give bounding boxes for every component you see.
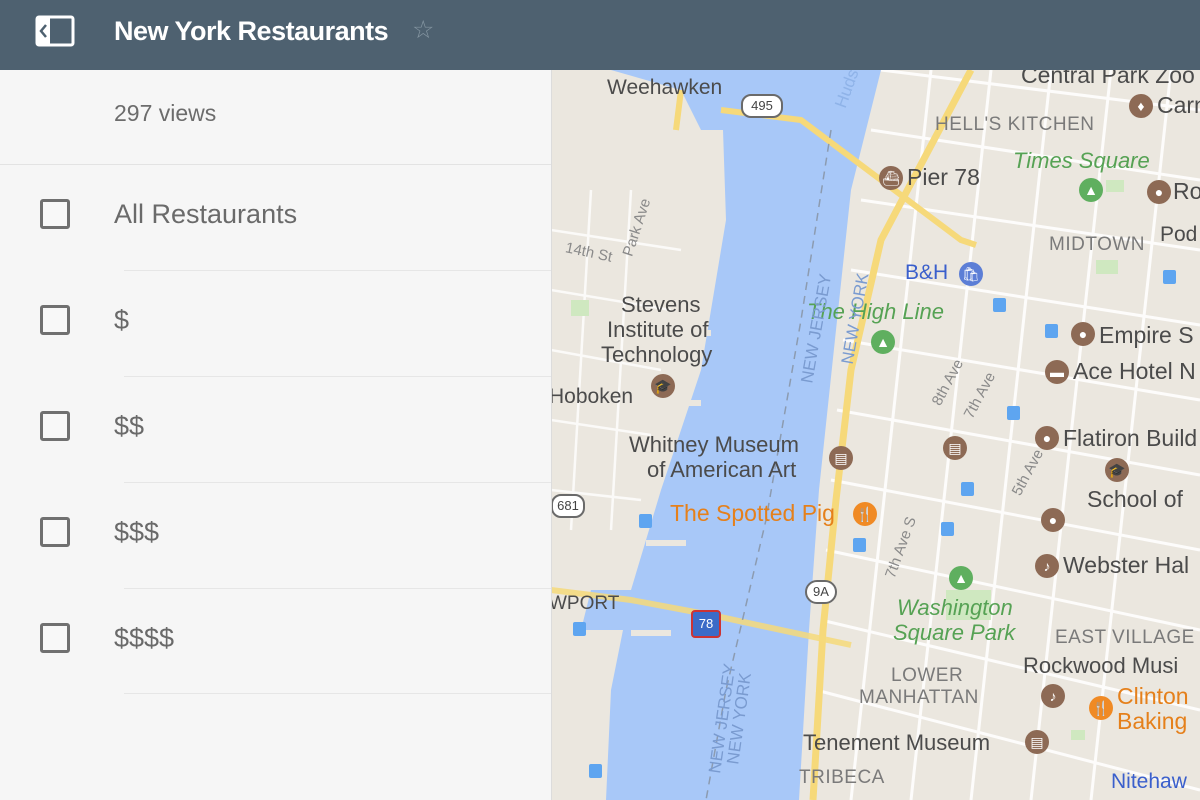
checkbox[interactable] [40,305,70,335]
map-label-hoboken: Hoboken [551,385,634,408]
hotel-pin-icon: ▬ [1045,360,1069,384]
landmark-pin-icon: ● [1035,426,1059,450]
route-9a-shield: 9A [805,580,837,604]
layer-item-price-2[interactable]: $$ [0,377,551,482]
museum-pin-icon: ▤ [943,436,967,460]
map-canvas[interactable]: Central Park Zoo ♦ Carn Weehawken 495 Hu… [551,70,1200,800]
map-label-stevens-3: Technology [601,342,713,367]
map-label-tenement: Tenement Museum [803,730,991,755]
checkbox[interactable] [40,623,70,653]
map-label-weehawken: Weehawken [607,76,723,99]
restaurant-pin-icon: 🍴 [1089,696,1113,720]
view-count: 297 views [114,100,217,126]
place-pin-icon: ● [1041,508,1065,532]
map-label-wport: WPORT [551,593,620,614]
map-label-school: School of [1087,486,1183,512]
layers-sidebar: 297 views All Restaurants $ $$ $$$ $$$$ [0,70,552,800]
map-label-carn: Carn [1157,92,1200,118]
museum-pin-icon: ♦ [1129,94,1153,118]
route-681-shield: 681 [551,494,585,518]
map-label-washington-1: Washington [897,595,1013,620]
transit-icon [1163,270,1176,284]
map-label-whitney-2: of American Art [647,457,797,482]
layer-label: All Restaurants [114,199,298,229]
map-label-clinton-2: Baking [1117,708,1188,734]
route-495-shield: 495 [741,94,783,118]
transit-icon [961,482,974,496]
top-app-bar: New York Restaurants ☆ [0,0,1200,70]
transit-icon [1045,324,1058,338]
transit-icon [993,298,1006,312]
map-label-ro: Ro [1173,178,1200,204]
layer-label: $$ [114,411,145,441]
transit-icon [941,522,954,536]
map-label-washington-2: Square Park [893,620,1016,645]
shopping-pin-icon: 🛍 [959,262,983,286]
map-label-hells-kitchen: HELL'S KITCHEN [935,114,1095,135]
layer-item-price-4[interactable]: $$$$ [0,589,551,694]
map-label-lower-2: MANHATTAN [859,687,979,708]
checkbox[interactable] [40,517,70,547]
museum-pin-icon: ▤ [1025,730,1049,754]
museum-pin-icon: ▤ [829,446,853,470]
school-pin-icon: 🎓 [651,374,675,398]
place-pin-icon: ● [1147,180,1171,204]
music-pin-icon: ♪ [1041,684,1065,708]
map-label-clinton-1: Clinton [1117,683,1189,709]
interstate-78-shield: 78 [691,610,721,638]
park-pin-icon: ▲ [1079,178,1103,202]
layer-item-all-restaurants[interactable]: All Restaurants [0,165,551,270]
map-label-webster: Webster Hal [1063,552,1190,578]
checkbox[interactable] [40,411,70,441]
transit-icon [1007,406,1020,420]
map-label-bh: B&H [905,261,949,284]
checkbox[interactable] [40,199,70,229]
map-label-central-park: Central Park Zoo [1021,70,1195,88]
panel-toggle-icon[interactable] [34,14,76,48]
transit-icon [589,764,602,778]
map-label-midtown: MIDTOWN [1049,234,1146,255]
map-label-empire: Empire S [1099,322,1194,348]
map-title: New York Restaurants [114,16,389,46]
map-label-rockwood: Rockwood Musi [1023,653,1179,678]
layer-label: $$$ [114,517,160,547]
park-pin-icon: ▲ [949,566,973,590]
music-pin-icon: ♪ [1035,554,1059,578]
layer-item-price-3[interactable]: $$$ [0,483,551,588]
map-label-flatiron: Flatiron Build [1063,425,1198,451]
transit-icon [853,538,866,552]
map-label-pier78: Pier 78 [907,164,980,190]
map-label-whitney-1: Whitney Museum [629,432,799,457]
pier-pin-icon: ⛴ [879,166,903,190]
landmark-pin-icon: ● [1071,322,1095,346]
map-label-spotted-pig: The Spotted Pig [670,500,835,526]
star-icon[interactable]: ☆ [412,16,434,44]
map-label-stevens-2: Institute of [607,317,709,342]
map-label-tribeca: TRIBECA [799,767,885,788]
map-label-nitehawk: Nitehaw [1111,770,1187,793]
school-pin-icon: 🎓 [1105,458,1129,482]
restaurant-pin-icon: 🍴 [853,502,877,526]
map-label-stevens-1: Stevens [621,292,701,317]
map-label-east-village: EAST VILLAGE [1055,627,1195,648]
divider [124,693,551,694]
park-pin-icon: ▲ [871,330,895,354]
layer-label: $ [114,305,130,335]
map-label-times-square: Times Square [1013,148,1150,173]
map-label-pod: Pod [1160,223,1198,246]
layer-item-price-1[interactable]: $ [0,271,551,376]
map-label-ace: Ace Hotel N [1073,358,1196,384]
layer-label: $$$$ [114,623,175,653]
transit-icon [639,514,652,528]
map-label-lower-1: LOWER [891,665,964,686]
transit-icon [573,622,586,636]
